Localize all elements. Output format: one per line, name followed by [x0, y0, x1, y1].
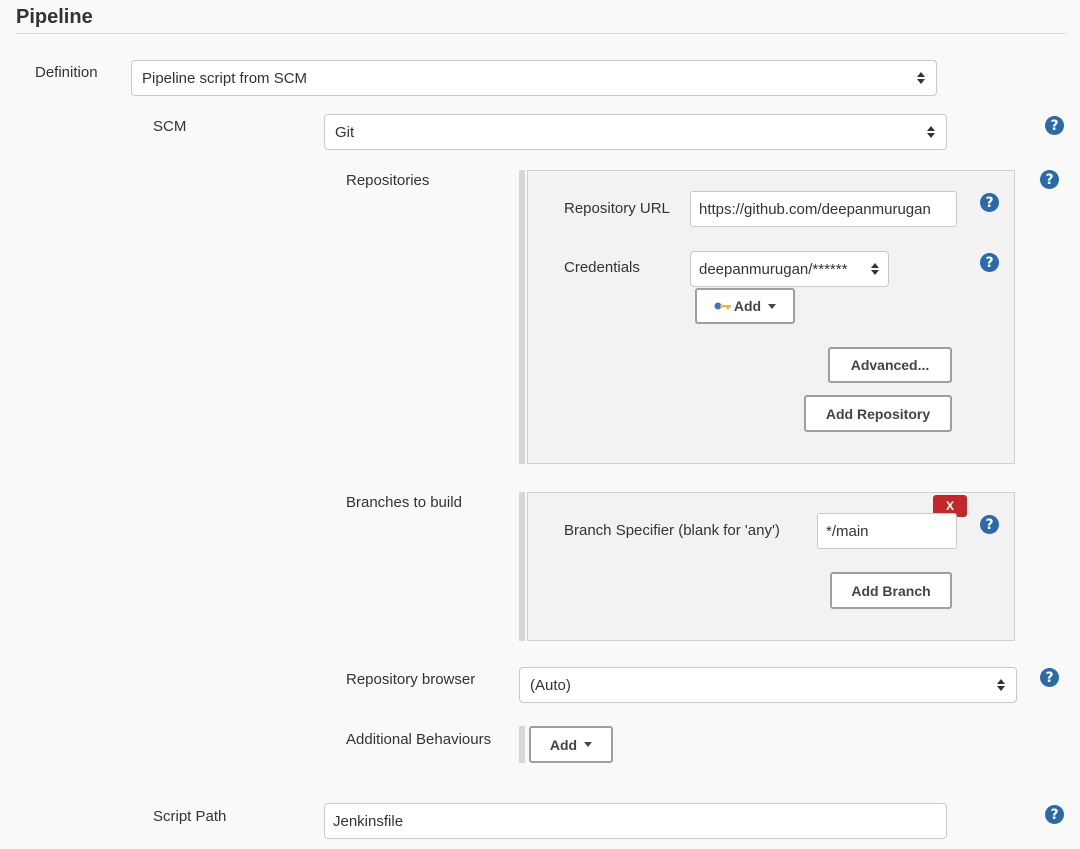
scm-label: SCM	[153, 118, 187, 135]
repository-url-label: Repository URL	[564, 200, 670, 217]
credentials-add-button[interactable]: Add	[695, 288, 795, 324]
credentials-add-label: Add	[733, 298, 762, 314]
script-path-help-icon[interactable]: ?	[1045, 805, 1064, 824]
select-arrows-icon	[926, 124, 936, 140]
repository-browser-value: (Auto)	[530, 676, 571, 694]
section-divider	[16, 33, 1066, 34]
scm-select-value: Git	[335, 123, 355, 141]
branches-label: Branches to build	[346, 494, 462, 511]
credentials-select[interactable]: deepanmurugan/******	[690, 251, 889, 287]
additional-behaviours-drag-handle[interactable]	[519, 726, 525, 763]
repository-browser-select[interactable]: (Auto)	[519, 667, 1017, 703]
definition-select[interactable]: Pipeline script from SCM	[131, 60, 937, 96]
additional-behaviours-add-label: Add	[549, 736, 578, 753]
caret-down-icon	[584, 742, 593, 747]
additional-behaviours-label: Additional Behaviours	[346, 731, 492, 748]
definition-select-value: Pipeline script from SCM	[142, 69, 308, 87]
script-path-input[interactable]	[324, 803, 947, 839]
repositories-help-icon[interactable]: ?	[1040, 170, 1059, 189]
branch-specifier-help-icon[interactable]: ?	[980, 515, 999, 534]
caret-down-icon	[768, 303, 777, 309]
repository-url-help-icon[interactable]: ?	[980, 193, 999, 212]
credentials-help-icon[interactable]: ?	[980, 253, 999, 272]
credentials-select-value: deepanmurugan/******	[699, 260, 848, 278]
select-arrows-icon	[996, 677, 1006, 693]
branch-specifier-label: Branch Specifier (blank for 'any')	[564, 522, 780, 539]
section-title: Pipeline	[16, 6, 93, 28]
branches-drag-handle[interactable]	[519, 492, 525, 641]
repository-browser-help-icon[interactable]: ?	[1040, 668, 1059, 687]
script-path-label: Script Path	[153, 808, 227, 825]
repository-browser-label: Repository browser	[346, 671, 476, 688]
advanced-button[interactable]: Advanced...	[828, 347, 952, 383]
definition-label: Definition	[35, 64, 98, 81]
add-repository-button[interactable]: Add Repository	[804, 395, 952, 432]
key-icon	[714, 301, 732, 311]
repositories-label: Repositories	[346, 172, 430, 189]
add-branch-button[interactable]: Add Branch	[830, 572, 952, 609]
credentials-label: Credentials	[564, 259, 640, 276]
scm-select[interactable]: Git	[324, 114, 947, 150]
branch-specifier-input[interactable]	[817, 513, 957, 549]
scm-help-icon[interactable]: ?	[1045, 116, 1064, 135]
additional-behaviours-add-button[interactable]: Add	[529, 726, 613, 763]
repository-url-input[interactable]	[690, 191, 957, 227]
select-arrows-icon	[870, 261, 880, 277]
repositories-drag-handle[interactable]	[519, 170, 525, 464]
select-arrows-icon	[916, 70, 926, 86]
